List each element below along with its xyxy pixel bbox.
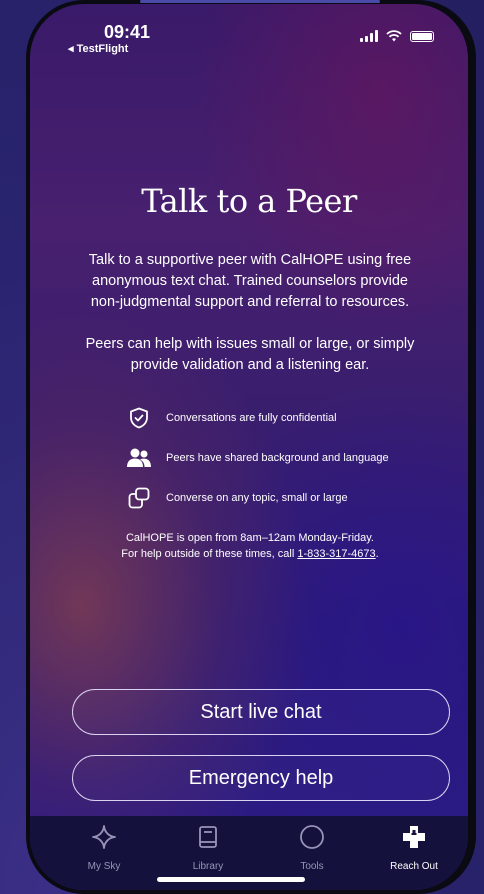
tab-label: Library xyxy=(192,861,224,872)
back-to-testflight-link[interactable]: ◂ TestFlight xyxy=(68,42,128,55)
tab-label: My Sky xyxy=(87,861,121,872)
intro-text-secondary: Peers can help with issues small or larg… xyxy=(85,336,415,373)
tab-reach-out[interactable]: Reach Out xyxy=(374,824,454,872)
tab-tools[interactable]: Tools xyxy=(272,824,352,872)
tab-library[interactable]: Library xyxy=(168,824,248,872)
hours-line-help: For help outside of these times, call 1-… xyxy=(90,546,410,562)
feature-item: Peers have shared background and languag… xyxy=(126,438,426,478)
shield-check-icon xyxy=(126,405,152,431)
signal-icon xyxy=(360,30,378,42)
intro-text: Talk to a supportive peer with CalHOPE u… xyxy=(88,252,412,310)
battery-icon xyxy=(410,30,434,42)
feature-text: Converse on any topic, small or large xyxy=(166,492,348,504)
feature-text: Peers have shared background and languag… xyxy=(166,452,389,464)
start-live-chat-button[interactable]: Start live chat xyxy=(72,689,450,735)
diamond-star-icon xyxy=(92,825,116,849)
circle-icon xyxy=(300,825,324,849)
tab-my-sky[interactable]: My Sky xyxy=(64,824,144,872)
hours-info: CalHOPE is open from 8am–12am Monday-Fri… xyxy=(90,530,410,562)
feature-item: Converse on any topic, small or large xyxy=(126,478,426,518)
chat-bubbles-icon xyxy=(126,485,152,511)
status-bar: 09:41 ◂ TestFlight xyxy=(30,4,468,60)
hours-help-suffix: . xyxy=(375,548,379,560)
emergency-help-button[interactable]: Emergency help xyxy=(72,755,450,801)
home-indicator[interactable] xyxy=(157,877,305,882)
people-icon xyxy=(126,445,152,471)
page-title: Talk to a Peer xyxy=(141,182,357,220)
feature-item: Conversations are fully confidential xyxy=(126,398,426,438)
wifi-icon xyxy=(386,30,402,42)
status-icons xyxy=(360,30,434,42)
book-icon xyxy=(199,826,217,848)
top-edge-highlight xyxy=(140,0,380,3)
app-screen: 09:41 ◂ TestFlight Talk to a Peer Talk t… xyxy=(30,4,468,890)
status-time: 09:41 xyxy=(104,22,151,42)
feature-list: Conversations are fully confidential Pee… xyxy=(126,398,426,518)
hours-help-prefix: For help outside of these times, call xyxy=(121,548,298,560)
tab-label: Tools xyxy=(300,861,324,872)
tab-label: Reach Out xyxy=(390,861,438,872)
feature-text: Conversations are fully confidential xyxy=(166,412,337,424)
medical-cross-icon xyxy=(403,826,425,848)
hours-line: CalHOPE is open from 8am–12am Monday-Fri… xyxy=(125,532,374,544)
phone-link[interactable]: 1-833-317-4673 xyxy=(297,548,375,560)
